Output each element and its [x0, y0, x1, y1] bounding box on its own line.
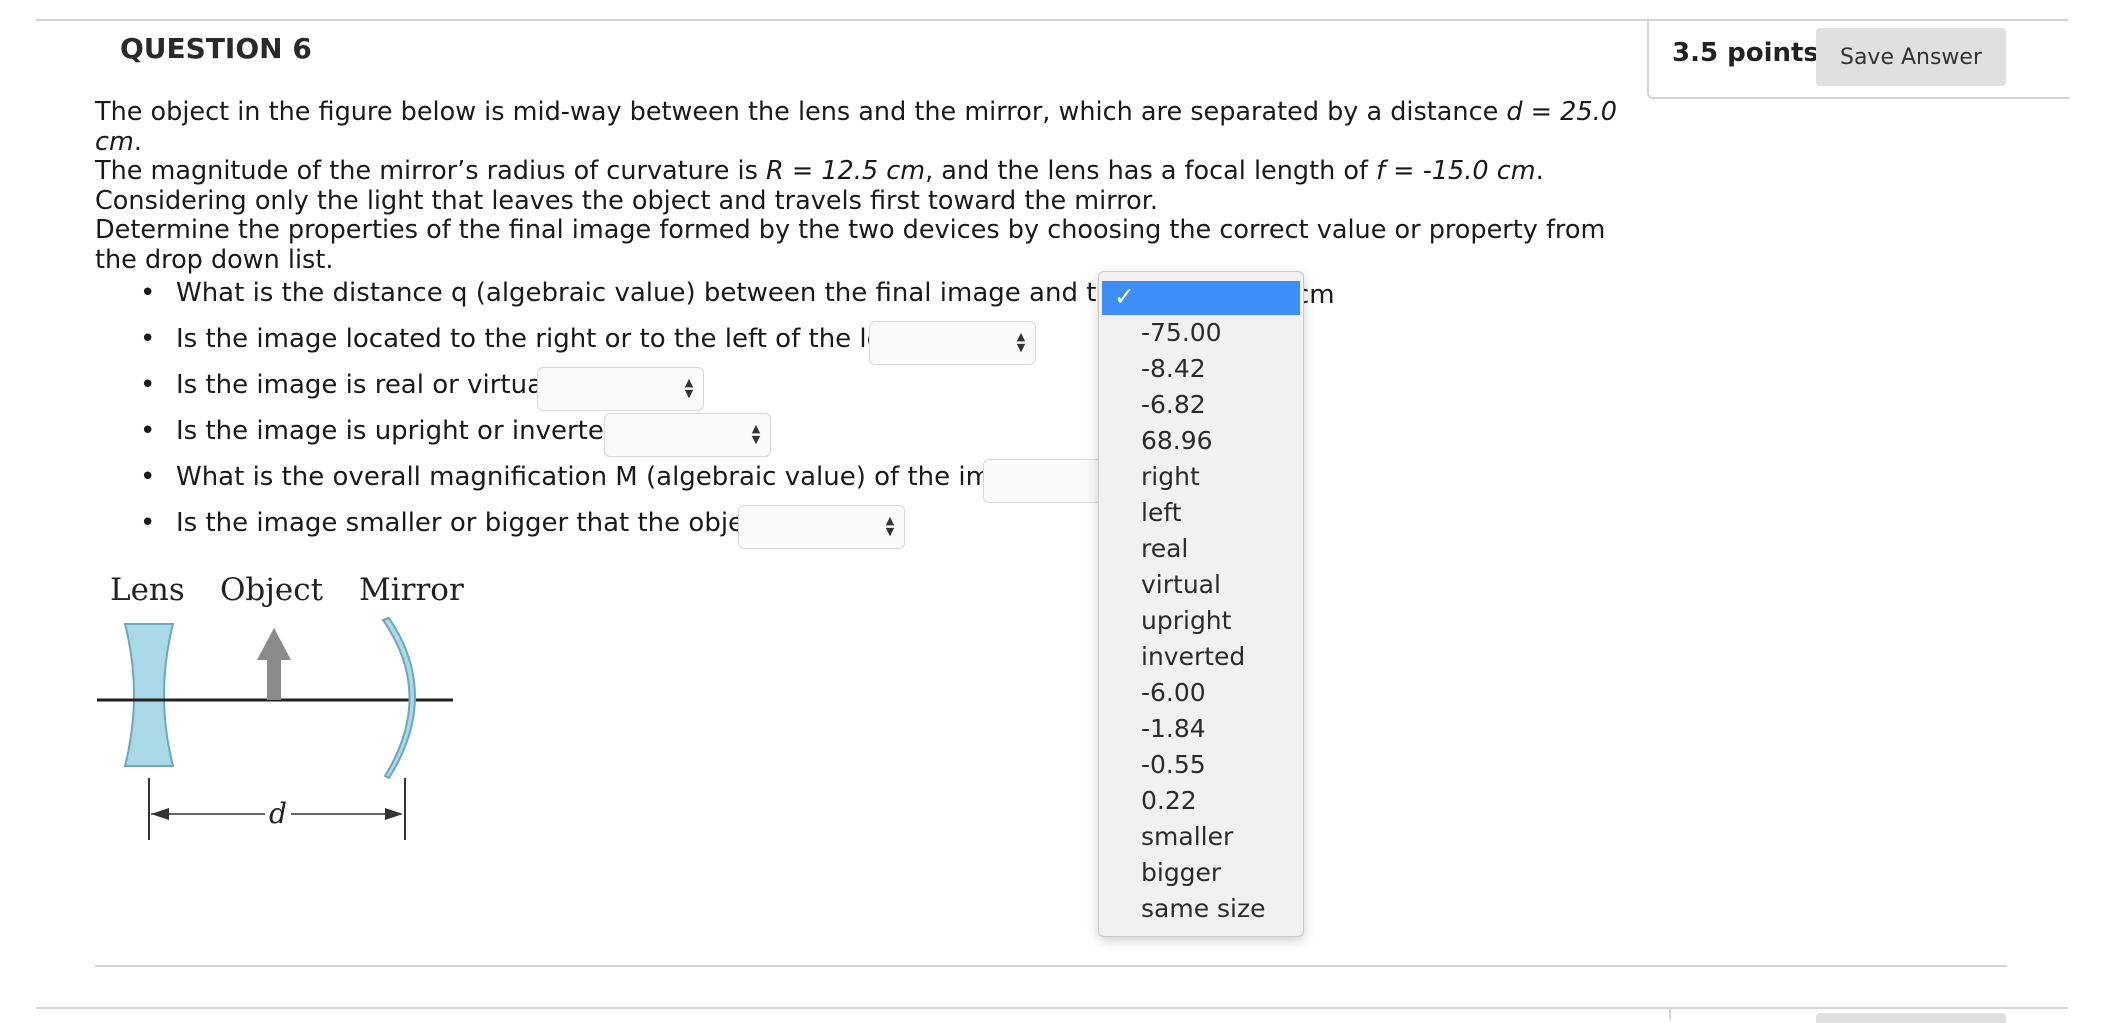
distance-label: d — [269, 797, 287, 830]
dropdown-option[interactable]: 68.96 — [1141, 426, 1213, 455]
dropdown-option[interactable]: real — [1141, 534, 1188, 563]
select-arrows-icon: ▲ ▼ — [751, 422, 761, 446]
prompt-line-3: Considering only the light that leaves t… — [95, 185, 1159, 216]
bullet: • — [140, 416, 156, 446]
prompt-line-4: Determine the properties of the final im… — [95, 215, 1606, 275]
focal-length-variable: f = -15.0 cm — [1376, 156, 1536, 186]
prompt-line-2: The magnitude of the mirror’s radius of … — [95, 156, 1544, 186]
dropdown-option[interactable]: left — [1141, 498, 1182, 527]
next-save-answer-button[interactable] — [1816, 1013, 2006, 1023]
bullet: • — [140, 324, 156, 354]
dropdown-option[interactable]: bigger — [1141, 858, 1221, 887]
dropdown-option[interactable]: inverted — [1141, 642, 1245, 671]
prompt-line-1: The object in the figure below is mid-wa… — [95, 97, 1617, 157]
dropdown-option[interactable]: 0.22 — [1141, 786, 1197, 815]
concave-mirror-shape — [381, 616, 416, 780]
select-arrows-icon: ▲ ▼ — [885, 514, 895, 538]
dropdown-option[interactable]: right — [1141, 462, 1200, 491]
side-select[interactable]: ▲ ▼ — [869, 321, 1036, 365]
real-virtual-select[interactable]: ▲ ▼ — [537, 367, 704, 411]
dropdown-option[interactable]: -1.84 — [1141, 714, 1206, 743]
bullet: • — [140, 462, 156, 492]
magnification-select[interactable] — [983, 459, 1115, 503]
question-title: QUESTION 6 — [120, 32, 312, 65]
answer-dropdown-list[interactable]: ✓ -75.00 -8.42 -6.82 68.96 right left re… — [1098, 271, 1304, 937]
dropdown-option[interactable]: -6.82 — [1141, 390, 1206, 419]
dropdown-option[interactable]: smaller — [1141, 822, 1233, 851]
lens-mirror-figure: Lens Object Mirror d — [95, 572, 475, 842]
object-arrow-shaft — [267, 658, 281, 700]
dimension-arrow-right — [385, 808, 403, 820]
next-points-panel-edge — [1669, 1007, 1671, 1020]
concave-lens-shape — [123, 623, 175, 767]
bullet: • — [140, 370, 156, 400]
dropdown-option[interactable]: -8.42 — [1141, 354, 1206, 383]
next-question-top-divider — [36, 1007, 2068, 1009]
bullet: • — [140, 508, 156, 538]
select-arrows-icon: ▲ ▼ — [1016, 330, 1026, 354]
select-arrows-icon: ▲ ▼ — [684, 376, 694, 400]
bullet: • — [140, 278, 156, 308]
size-select[interactable]: ▲ ▼ — [738, 505, 905, 549]
dropdown-option[interactable]: same size — [1141, 894, 1266, 923]
checkmark-icon: ✓ — [1114, 282, 1135, 311]
dropdown-option[interactable]: -0.55 — [1141, 750, 1206, 779]
dropdown-option[interactable]: upright — [1141, 606, 1231, 635]
dimension-arrow-left — [151, 808, 169, 820]
object-arrow-head — [257, 628, 291, 660]
question-prompt: The object in the figure below is mid-wa… — [95, 97, 1655, 275]
question-bottom-divider — [95, 965, 2007, 967]
dropdown-option[interactable]: -75.00 — [1141, 318, 1222, 347]
dropdown-option[interactable]: virtual — [1141, 570, 1221, 599]
dropdown-selected-empty-option[interactable]: ✓ — [1102, 281, 1300, 315]
orientation-select[interactable]: ▲ ▼ — [604, 413, 771, 457]
optics-diagram: d — [97, 616, 453, 840]
points-value: 3.5 points — [1672, 38, 1819, 68]
dropdown-option[interactable]: -6.00 — [1141, 678, 1206, 707]
save-answer-button[interactable]: Save Answer — [1816, 28, 2006, 86]
radius-variable: R = 12.5 cm — [766, 156, 926, 186]
